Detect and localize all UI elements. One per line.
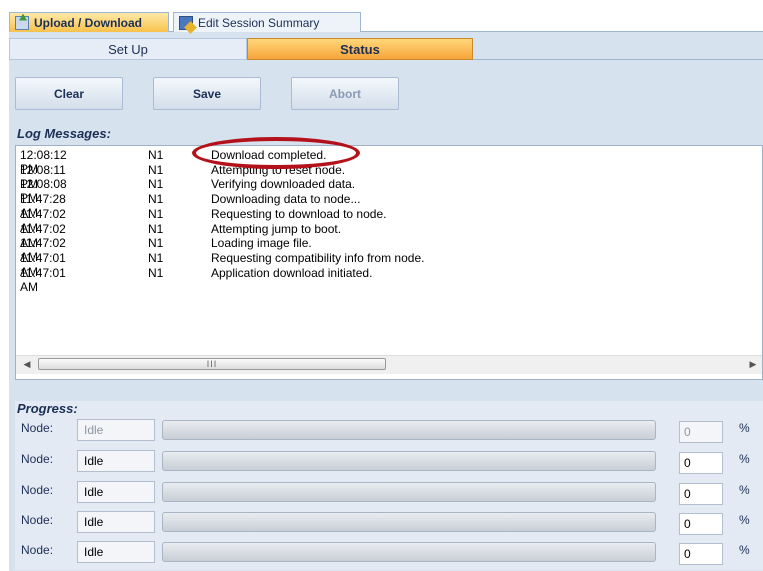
log-node: N1 [148,192,164,207]
log-message: Loading image file. [211,236,312,251]
log-node: N1 [148,206,164,221]
save-button[interactable]: Save [153,77,261,110]
log-node: N1 [148,265,164,280]
subtab-setup[interactable]: Set Up [9,38,247,60]
subtab-status[interactable]: Status [247,38,473,60]
percent-unit-label: % [739,483,750,497]
percent-unit-label: % [739,543,750,557]
log-node: N1 [148,236,164,251]
node-state-field: Idle [77,511,155,533]
subtab-divider [473,59,763,60]
scrollbar-thumb[interactable]: III [38,358,386,370]
tab-upload-download[interactable]: Upload / Download [9,12,169,32]
node-label: Node: [21,483,54,497]
progress-bar [162,542,656,562]
progress-bar [162,451,656,471]
node-state-field: Idle [77,481,155,503]
log-message: Application download initiated. [211,265,373,280]
upload-download-icon [15,15,29,30]
abort-button[interactable]: Abort [291,77,399,110]
log-node: N1 [148,162,164,177]
log-message: Downloading data to node... [211,192,361,207]
node-state-field: Idle [77,419,155,441]
log-node: N1 [148,177,164,192]
percent-unit-label: % [739,421,750,435]
node-label: Node: [21,421,54,435]
node-label: Node: [21,513,54,527]
progress-percent-field: 0 [679,483,723,505]
node-state-field: Idle [77,541,155,563]
log-node: N1 [148,221,164,236]
percent-unit-label: % [739,452,750,466]
progress-bar [162,512,656,532]
tab-edit-session-summary[interactable]: Edit Session Summary [173,12,361,32]
log-message: Requesting to download to node. [211,206,387,221]
progress-title: Progress: [17,401,78,416]
scroll-right-icon[interactable]: ▶ [744,355,762,373]
clear-button[interactable]: Clear [15,77,123,110]
progress-percent-field: 0 [679,421,723,443]
log-node: N1 [148,148,164,162]
highlight-ring [192,137,360,169]
tab-upload-download-label: Upload / Download [34,15,142,30]
progress-bar [162,482,656,502]
node-state-field: Idle [77,450,155,472]
tab-edit-session-summary-label: Edit Session Summary [198,15,320,30]
edit-summary-icon [179,15,193,30]
scroll-left-icon[interactable]: ◀ [18,355,36,373]
subtab-setup-label: Set Up [108,41,148,57]
node-label: Node: [21,543,54,557]
subtab-status-label: Status [340,41,380,57]
progress-percent-field: 0 [679,513,723,535]
node-label: Node: [21,452,54,466]
progress-bar [162,420,656,440]
log-messages-list[interactable]: 12:08:12 PM N1 Download completed. 12:08:11… [15,145,763,380]
scrollbar-grip: III [206,359,218,369]
log-message: Requesting compatibility info from node. [211,250,425,265]
log-node: N1 [148,250,164,265]
log-message: Attempting jump to boot. [211,221,342,236]
percent-unit-label: % [739,513,750,527]
progress-percent-field: 0 [679,543,723,565]
log-message: Verifying downloaded data. [211,177,356,192]
log-messages-title: Log Messages: [17,126,111,141]
log-time: 11:47:01 AM [20,265,66,294]
progress-percent-field: 0 [679,452,723,474]
